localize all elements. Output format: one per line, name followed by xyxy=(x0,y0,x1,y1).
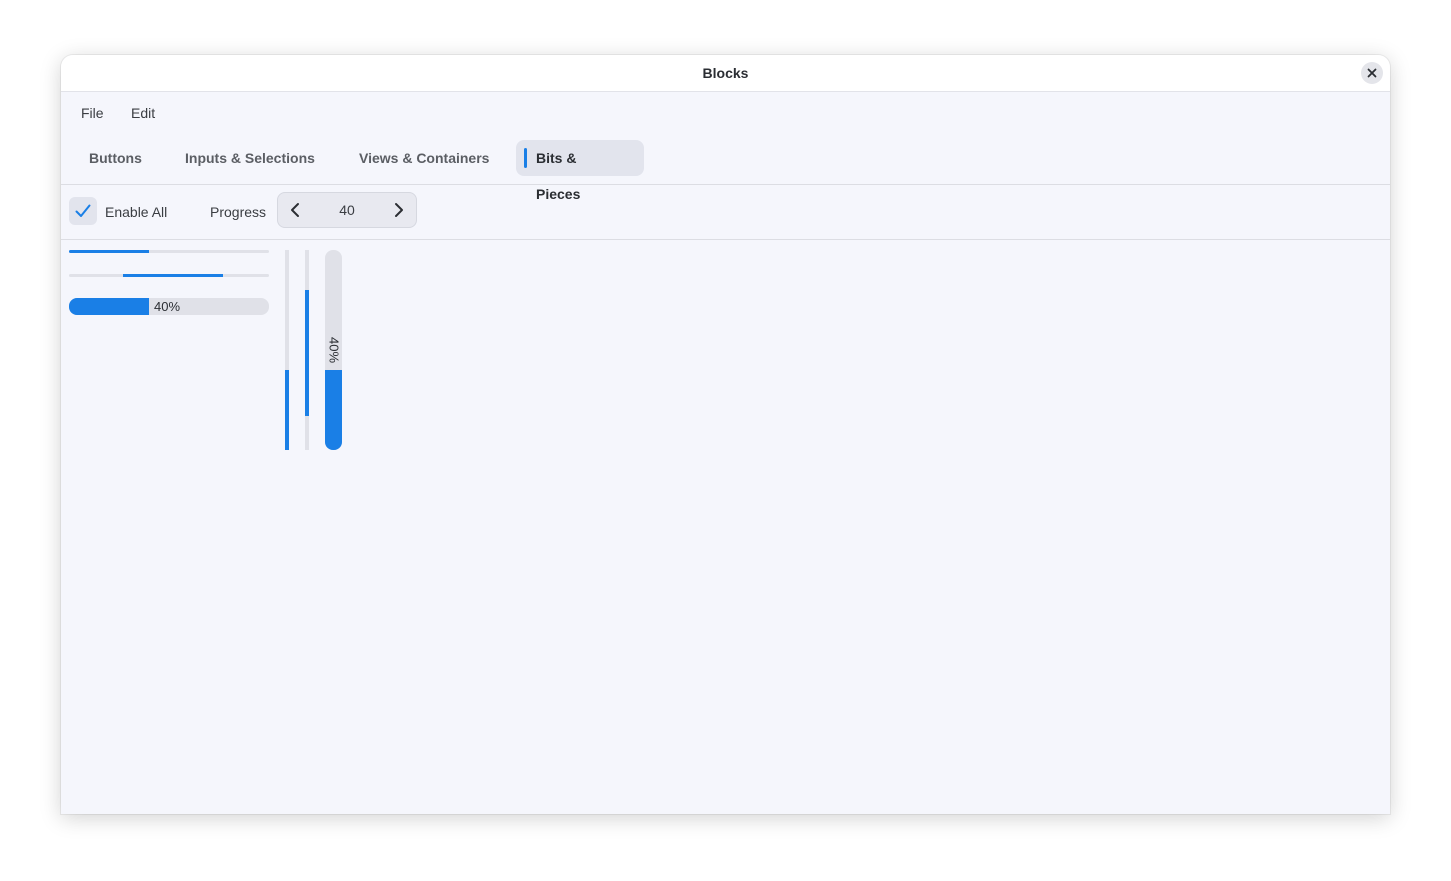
tab-label: Buttons xyxy=(89,150,142,166)
tab-label: Views & Containers xyxy=(359,150,490,166)
progress-bar-horizontal-indeterminate xyxy=(69,274,269,277)
progress-text: 40% xyxy=(154,299,181,314)
menu-bar: File Edit xyxy=(61,92,1390,130)
toolbar: Enable All Progress 40 xyxy=(61,185,1390,240)
tab-buttons[interactable]: Buttons xyxy=(69,140,162,176)
progress-bar-vertical-indeterminate xyxy=(305,250,309,450)
tab-bar: Buttons Inputs & Selections Views & Cont… xyxy=(61,130,1390,202)
menu-file[interactable]: File xyxy=(81,105,104,121)
progress-fill xyxy=(285,370,289,450)
progress-value-input[interactable]: 40 xyxy=(312,202,382,218)
decrement-button[interactable] xyxy=(278,193,312,227)
tab-label: Inputs & Selections xyxy=(185,150,315,166)
tab-bits-pieces[interactable]: Bits & Pieces xyxy=(516,140,644,202)
progress-fill xyxy=(123,274,223,277)
chevron-right-icon xyxy=(395,203,403,217)
increment-button[interactable] xyxy=(382,193,416,227)
progress-text: 40% xyxy=(326,336,341,364)
progress-bar-horizontal-text: 40% xyxy=(69,298,269,315)
progress-bar-vertical xyxy=(285,250,289,450)
content-area: 40% 40% xyxy=(61,240,1390,814)
close-button[interactable] xyxy=(1361,62,1383,84)
progress-spinbutton[interactable]: 40 xyxy=(277,192,417,228)
window-title: Blocks xyxy=(702,65,749,81)
close-icon xyxy=(1367,68,1377,78)
tab-indicator xyxy=(524,148,527,168)
tab-views-containers[interactable]: Views & Containers xyxy=(339,140,509,176)
tab-inputs-selections[interactable]: Inputs & Selections xyxy=(165,140,335,176)
progress-bar-vertical-text: 40% xyxy=(325,250,342,450)
enable-all-checkbox[interactable] xyxy=(69,197,97,225)
chevron-left-icon xyxy=(291,203,299,217)
enable-all-label[interactable]: Enable All xyxy=(105,204,167,220)
progress-fill xyxy=(69,250,149,253)
checkmark-icon xyxy=(75,204,91,217)
menu-edit[interactable]: Edit xyxy=(131,105,155,121)
title-bar[interactable]: Blocks xyxy=(61,55,1390,92)
progress-fill xyxy=(69,298,149,315)
app-window: Blocks File Edit Buttons Inputs & Select… xyxy=(61,55,1390,814)
progress-bar-horizontal xyxy=(69,250,269,253)
progress-label: Progress xyxy=(210,204,267,220)
progress-fill xyxy=(305,290,309,416)
progress-fill xyxy=(325,370,342,450)
